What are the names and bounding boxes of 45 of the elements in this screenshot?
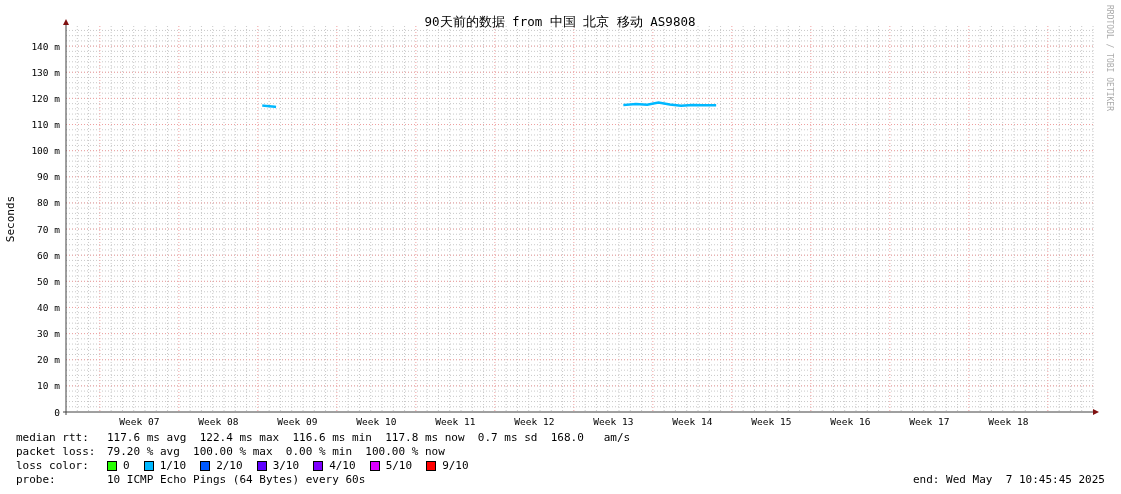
x-tick-label: Week 10 (356, 416, 397, 427)
x-tick-label: Week 09 (277, 416, 318, 427)
y-tick-label: 40 m (37, 301, 60, 313)
swatch-label: 3/10 (272, 459, 300, 473)
chart-title: 90天前的数据 from 中国 北京 移动 AS9808 (424, 14, 696, 29)
y-tick-label: 110 m (31, 119, 60, 131)
y-tick-label: 10 m (37, 380, 60, 392)
legend-label: loss color: (16, 459, 90, 473)
y-tick-label: 90 m (37, 171, 60, 183)
y-tick-label: 20 m (37, 354, 60, 366)
credit-text: RRDTOOL / TOBI OETIKER (1105, 5, 1114, 111)
end-time: end: Wed May 7 10:45:45 2025 (912, 473, 1105, 487)
y-tick-label: 80 m (37, 197, 60, 209)
y-tick-label: 140 m (31, 40, 60, 52)
y-tick-label: 120 m (31, 92, 60, 104)
x-tick-label: Week 08 (198, 416, 239, 427)
swatch-label: 9/10 (442, 459, 469, 473)
x-tick-label: Week 14 (672, 416, 713, 427)
x-tick-label: Week 17 (909, 416, 950, 427)
x-tick-label: Week 07 (119, 416, 160, 427)
y-tick-label: 70 m (37, 223, 60, 235)
swatch-label: 5/10 (385, 459, 413, 473)
legend-label: probe: (16, 473, 57, 487)
legend-values: 117.6 ms avg 122.4 ms max 116.6 ms min 117.8 ms now 0.7 ms sd 168.0 am/s (107, 431, 631, 445)
y-tick-label: 30 m (37, 328, 60, 340)
x-tick-label: Week 16 (830, 416, 871, 427)
y-tick-label: 130 m (31, 66, 60, 78)
y-tick-label: 0 (54, 406, 60, 418)
legend-label: packet loss: (16, 445, 97, 459)
x-tick-label: Week 18 (988, 416, 1029, 427)
swatch-label: 4/10 (329, 459, 356, 473)
legend-values: 79.20 % avg 100.00 % max 0.00 % min 100.00 % now (107, 445, 445, 459)
swatch-label: 1/10 (159, 459, 187, 473)
y-tick-label: 100 m (31, 145, 60, 157)
x-tick-label: Week 11 (435, 416, 476, 427)
x-tick-label: Week 13 (593, 416, 634, 427)
x-tick-label: Week 15 (751, 416, 792, 427)
x-tick-label: Week 12 (514, 416, 555, 427)
probe-text: 10 ICMP Echo Pings (64 Bytes) every 60s (107, 473, 366, 487)
y-axis-label: Seconds (4, 195, 17, 243)
swatch-label: 0 (123, 459, 130, 473)
y-tick-label: 60 m (37, 249, 60, 261)
legend-label: median rtt: (16, 431, 90, 445)
swatch-label: 2/10 (216, 459, 243, 473)
y-tick-label: 50 m (37, 275, 60, 287)
